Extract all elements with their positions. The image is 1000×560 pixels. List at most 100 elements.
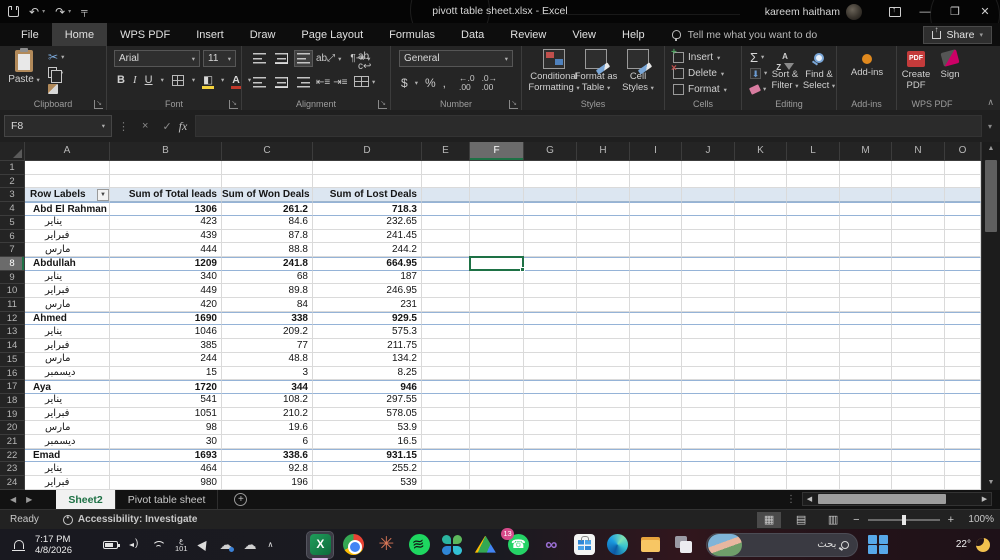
cell-F11[interactable]: [470, 298, 524, 312]
cell-J12[interactable]: [682, 312, 735, 326]
column-header-K[interactable]: K: [735, 142, 787, 161]
cell-J20[interactable]: [682, 421, 735, 435]
cell-C8[interactable]: 241.8: [222, 257, 313, 271]
cell-O5[interactable]: [945, 216, 981, 230]
cell-C1[interactable]: [222, 161, 313, 175]
cell-O15[interactable]: [945, 353, 981, 367]
cell-E24[interactable]: [422, 476, 470, 490]
row-header-19[interactable]: 19: [0, 408, 25, 422]
cell-H15[interactable]: [577, 353, 630, 367]
cell-A20[interactable]: مارس: [25, 421, 110, 435]
cell-F13[interactable]: [470, 325, 524, 339]
ribbon-tab-data[interactable]: Data: [448, 23, 497, 46]
cell-N1[interactable]: [892, 161, 945, 175]
cell-G14[interactable]: [524, 339, 577, 353]
cell-D12[interactable]: 929.5: [313, 312, 422, 326]
cell-L17[interactable]: [787, 380, 840, 394]
ribbon-tab-help[interactable]: Help: [609, 23, 658, 46]
cell-H12[interactable]: [577, 312, 630, 326]
row-header-23[interactable]: 23: [0, 462, 25, 476]
row-labels-filter-icon[interactable]: ▼: [97, 189, 109, 201]
cell-G5[interactable]: [524, 216, 577, 230]
taskbar-app-visual-studio[interactable]: ∞: [538, 532, 564, 558]
cell-E3[interactable]: [422, 188, 470, 202]
cell-B8[interactable]: 1209: [110, 257, 222, 271]
cell-M21[interactable]: [840, 435, 892, 449]
cell-O1[interactable]: [945, 161, 981, 175]
cell-J19[interactable]: [682, 408, 735, 422]
sign-button[interactable]: Sign: [935, 51, 965, 80]
cell-B19[interactable]: 1051: [110, 408, 222, 422]
name-box[interactable]: F8 ▾: [4, 115, 112, 137]
cell-A5[interactable]: يناير: [25, 216, 110, 230]
cell-A9[interactable]: يناير: [25, 271, 110, 285]
cell-K7[interactable]: [735, 243, 787, 257]
onedrive-icon[interactable]: ☁: [244, 537, 257, 553]
cell-N18[interactable]: [892, 394, 945, 408]
cell-J7[interactable]: [682, 243, 735, 257]
cell-J16[interactable]: [682, 367, 735, 381]
cell-I18[interactable]: [630, 394, 682, 408]
cell-A1[interactable]: [25, 161, 110, 175]
decrease-decimal-icon[interactable]: .0→.00: [482, 74, 498, 91]
cell-L12[interactable]: [787, 312, 840, 326]
taskbar-weather[interactable]: 22°: [956, 538, 990, 552]
row-header-7[interactable]: 7: [0, 243, 25, 257]
cell-D22[interactable]: 931.15: [313, 449, 422, 463]
cell-J15[interactable]: [682, 353, 735, 367]
cell-M22[interactable]: [840, 449, 892, 463]
cell-L11[interactable]: [787, 298, 840, 312]
cell-G16[interactable]: [524, 367, 577, 381]
cell-M12[interactable]: [840, 312, 892, 326]
cell-B15[interactable]: 244: [110, 353, 222, 367]
cell-M19[interactable]: [840, 408, 892, 422]
column-header-O[interactable]: O: [945, 142, 981, 161]
row-header-10[interactable]: 10: [0, 284, 25, 298]
cell-J4[interactable]: [682, 202, 735, 216]
ribbon-tab-view[interactable]: View: [559, 23, 609, 46]
cell-L3[interactable]: [787, 188, 840, 202]
cell-J13[interactable]: [682, 325, 735, 339]
tab-split-handle[interactable]: ⋮: [786, 494, 796, 505]
cell-N9[interactable]: [892, 271, 945, 285]
ribbon-tab-page-layout[interactable]: Page Layout: [288, 23, 376, 46]
row-header-4[interactable]: 4: [0, 202, 25, 216]
cell-O23[interactable]: [945, 462, 981, 476]
cell-O17[interactable]: [945, 380, 981, 394]
row-header-21[interactable]: 21: [0, 435, 25, 449]
cell-C3[interactable]: Sum of Won Deals: [222, 188, 313, 202]
alignment-dialog-launcher-icon[interactable]: ↘: [378, 100, 387, 109]
cell-F18[interactable]: [470, 394, 524, 408]
cell-G13[interactable]: [524, 325, 577, 339]
cell-C17[interactable]: 344: [222, 380, 313, 394]
cell-I1[interactable]: [630, 161, 682, 175]
cell-E19[interactable]: [422, 408, 470, 422]
cell-K12[interactable]: [735, 312, 787, 326]
cell-D17[interactable]: 946: [313, 380, 422, 394]
row-header-3[interactable]: 3: [0, 188, 25, 202]
cell-G3[interactable]: [524, 188, 577, 202]
cell-F6[interactable]: [470, 230, 524, 244]
column-header-M[interactable]: M: [840, 142, 892, 161]
column-header-G[interactable]: G: [524, 142, 577, 161]
format-cells-button[interactable]: Format▾: [673, 82, 727, 97]
cell-E7[interactable]: [422, 243, 470, 257]
zoom-level[interactable]: 100%: [962, 514, 994, 525]
cell-O24[interactable]: [945, 476, 981, 490]
cell-M9[interactable]: [840, 271, 892, 285]
cell-M8[interactable]: [840, 257, 892, 271]
cell-C16[interactable]: 3: [222, 367, 313, 381]
cell-E17[interactable]: [422, 380, 470, 394]
cell-G21[interactable]: [524, 435, 577, 449]
cell-B20[interactable]: 98: [110, 421, 222, 435]
cell-I10[interactable]: [630, 284, 682, 298]
cell-K4[interactable]: [735, 202, 787, 216]
cell-H16[interactable]: [577, 367, 630, 381]
cell-H7[interactable]: [577, 243, 630, 257]
cell-O20[interactable]: [945, 421, 981, 435]
restore-button[interactable]: ❐: [940, 0, 970, 23]
scroll-down-icon[interactable]: ▼: [982, 476, 1000, 490]
row-header-1[interactable]: 1: [0, 161, 25, 175]
wifi-icon[interactable]: [152, 541, 164, 548]
row-header-13[interactable]: 13: [0, 325, 25, 339]
